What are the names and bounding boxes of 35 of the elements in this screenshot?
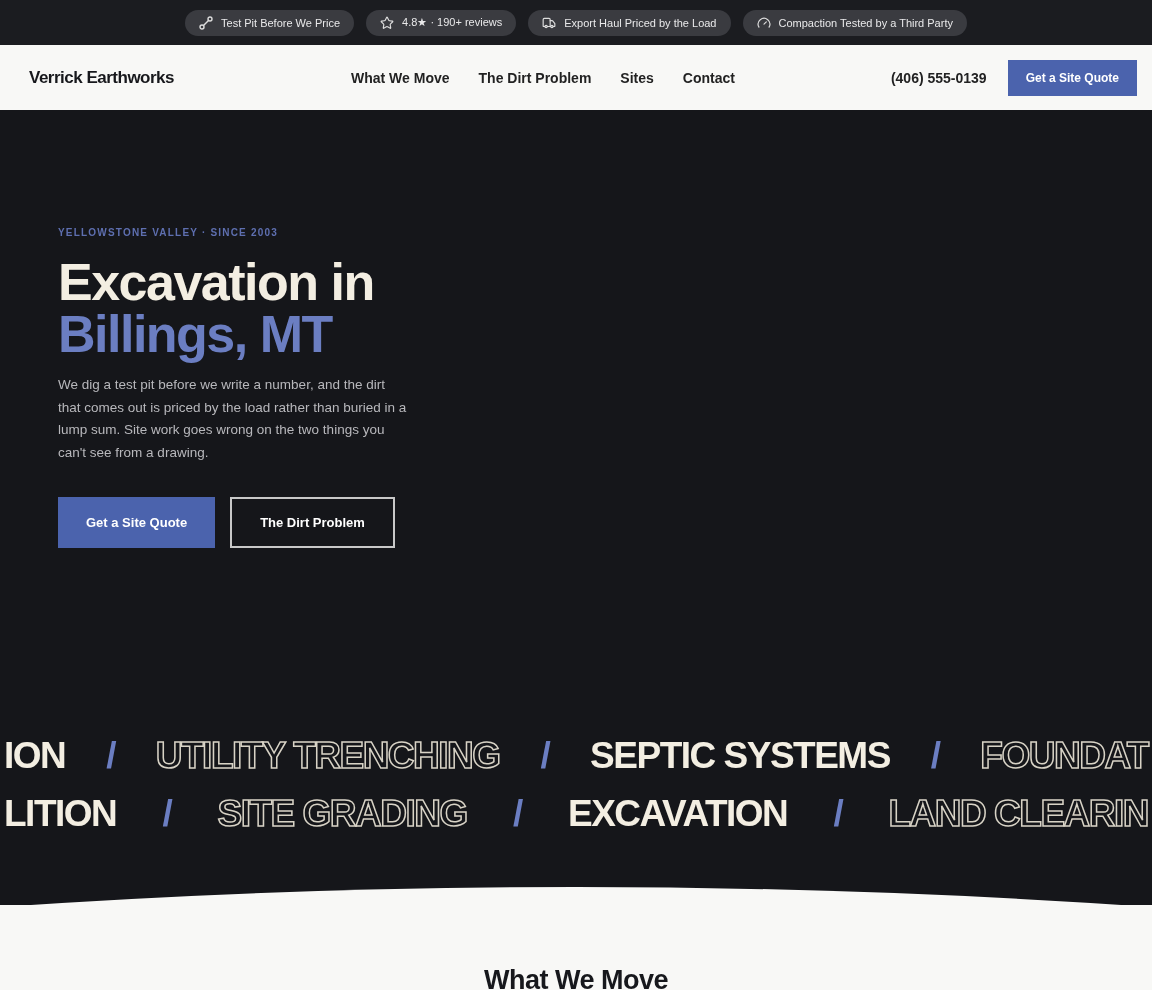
truck-icon xyxy=(542,15,557,30)
phone-link[interactable]: (406) 555-0139 xyxy=(890,69,987,86)
outlined-service-name: LAND CLEARIN xyxy=(888,792,1148,836)
nav-link[interactable]: Sites xyxy=(620,69,654,86)
quote-button[interactable]: Get a Site Quote xyxy=(1007,59,1137,96)
service-name: LITION xyxy=(4,792,117,836)
trust-badge-label: Export Haul Priced by the Load xyxy=(564,16,717,29)
service-name: SEPTIC SYSTEMS xyxy=(590,734,890,778)
star-icon xyxy=(380,15,395,30)
trust-badge-label: Test Pit Before We Price xyxy=(221,16,341,29)
slash-separator: / xyxy=(162,792,172,836)
eyebrow-text: YELLOWSTONE VALLEY · SINCE 2003 xyxy=(58,227,280,238)
slash-separator: / xyxy=(930,734,940,778)
hero-title: Excavation in xyxy=(58,256,375,308)
nav-link[interactable]: What We Move xyxy=(351,69,450,86)
secondary-button[interactable]: The Dirt Problem xyxy=(230,497,395,548)
outlined-service-name: FOUNDAT xyxy=(980,734,1148,778)
gauge-icon xyxy=(756,15,771,30)
nav-link[interactable]: Contact xyxy=(682,69,735,86)
hero-description: We dig a test pit before we write a number, and the dirt that comes out is priced by the load rather than buried in a lump sum. Site work goes wrong on the two things you can't see from a drawing. xyxy=(58,376,408,462)
trust-badge-label: Compaction Tested by a Third Party xyxy=(778,16,953,29)
slash-separator: / xyxy=(512,792,522,836)
slash-separator: / xyxy=(540,734,550,778)
trust-badge-label: 4.8★ · 190+ reviews xyxy=(402,16,503,29)
logo[interactable]: Verrick Earthworks xyxy=(29,67,329,88)
outlined-service-name: UTILITY TRENCHING xyxy=(155,734,500,778)
outlined-service-name: SITE GRADING xyxy=(217,792,467,836)
section-title: What We Move xyxy=(484,965,668,990)
slash-separator: / xyxy=(106,734,115,778)
quote-button[interactable]: Get a Site Quote xyxy=(58,497,216,548)
service-name: EXCAVATION xyxy=(567,792,788,836)
slash-separator: / xyxy=(833,792,843,836)
service-name: ION xyxy=(4,734,66,778)
nav-link[interactable]: The Dirt Problem xyxy=(478,69,592,86)
connector-icon xyxy=(199,15,214,30)
